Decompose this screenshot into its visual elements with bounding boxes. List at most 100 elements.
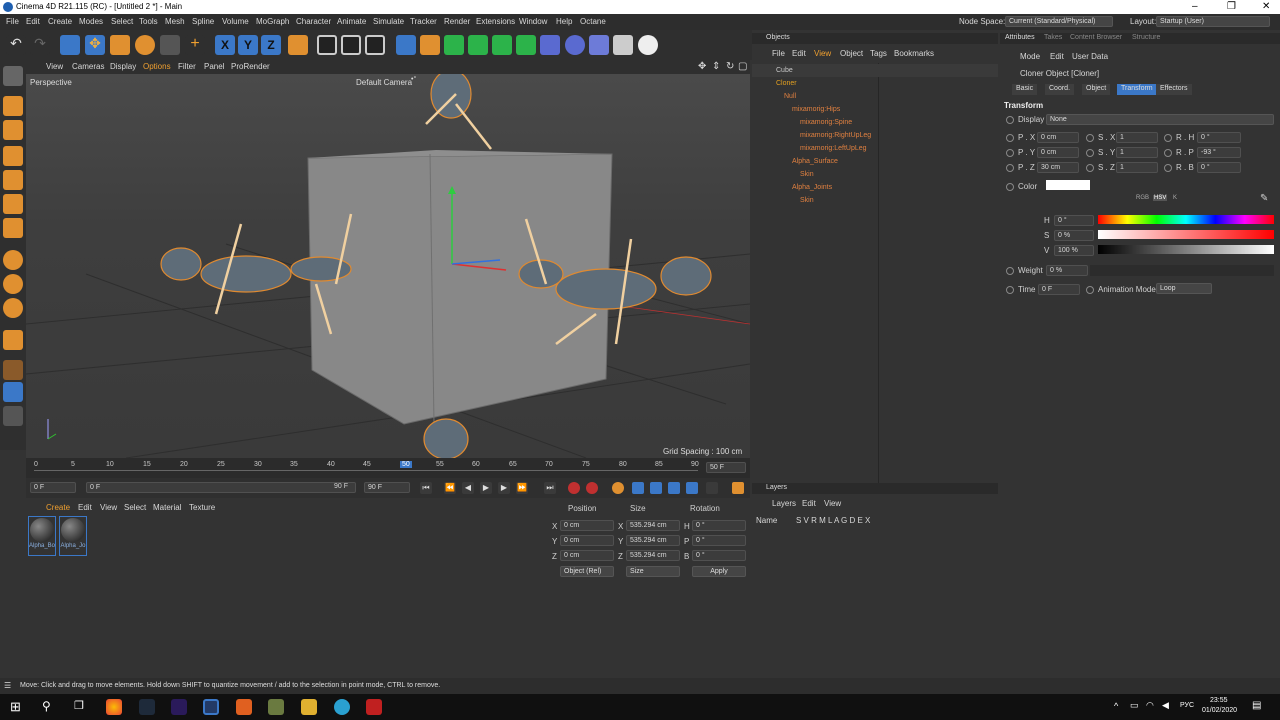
rot-p-field[interactable]: 0 ° <box>692 535 746 546</box>
coord-mode-select[interactable]: Object (Rel) <box>560 566 614 577</box>
h-field[interactable]: 0 ° <box>1054 215 1094 226</box>
subtab-object[interactable]: Object <box>1082 84 1111 95</box>
deformer-icon[interactable] <box>492 35 512 55</box>
z-axis-icon[interactable]: Z <box>261 35 281 55</box>
subtab-effectors[interactable]: Effectors <box>1156 84 1192 95</box>
keyframe-selection-icon[interactable] <box>612 482 624 494</box>
mat-menu-material[interactable]: Material <box>153 503 181 512</box>
keyboard-language[interactable]: РУС <box>1180 702 1194 709</box>
tray-chevron-icon[interactable]: ^ <box>1114 701 1118 711</box>
vp-menu-options[interactable]: Options <box>143 62 171 71</box>
weight-slider[interactable] <box>1090 265 1274 276</box>
y-axis-icon[interactable]: Y <box>238 35 258 55</box>
position-key-icon[interactable] <box>632 482 644 494</box>
mat-menu-select[interactable]: Select <box>124 503 146 512</box>
go-to-end-icon[interactable]: ⏭ <box>544 482 556 494</box>
rot-h-field[interactable]: 0 ° <box>692 520 746 531</box>
value-slider[interactable] <box>1098 245 1274 254</box>
environment-icon[interactable] <box>565 35 585 55</box>
size-mode-select[interactable]: Size <box>626 566 680 577</box>
pos-x-field[interactable]: 0 cm <box>560 520 614 531</box>
keyframe-radio[interactable] <box>1006 164 1014 172</box>
magnet-icon[interactable] <box>3 330 23 350</box>
object-row[interactable]: Alpha_Joints <box>752 181 998 194</box>
start-frame-field[interactable]: 0 F <box>30 482 76 493</box>
dolly-view-icon[interactable]: ⇕ <box>712 61 720 72</box>
redo-icon[interactable]: ↷ <box>30 35 50 55</box>
hue-slider[interactable] <box>1098 215 1274 224</box>
make-editable-icon[interactable] <box>3 66 23 86</box>
object-row[interactable]: mixamorig:Spine <box>752 116 998 129</box>
render-settings-icon[interactable] <box>365 35 385 55</box>
next-key-icon[interactable]: ⏩ <box>516 482 528 494</box>
3d-viewport[interactable]: Perspective Default Camera •° Grid Spaci… <box>26 74 750 458</box>
maximize-view-icon[interactable]: ▢ <box>738 61 747 72</box>
keyframe-radio[interactable] <box>1086 149 1094 157</box>
obj-menu-tags[interactable]: Tags <box>870 49 887 58</box>
menu-edit[interactable]: Edit <box>26 17 40 26</box>
render-picture-viewer-icon[interactable] <box>341 35 361 55</box>
rot-b-field[interactable]: 0 ° <box>692 550 746 561</box>
keyframe-radio[interactable] <box>1164 149 1172 157</box>
autokey-icon[interactable] <box>586 482 598 494</box>
messenger-icon[interactable] <box>334 699 350 715</box>
sz-field[interactable]: 1 <box>1116 162 1158 173</box>
px-field[interactable]: 0 cm <box>1037 132 1079 143</box>
menu-mesh[interactable]: Mesh <box>165 17 185 26</box>
weight-field[interactable]: 0 % <box>1046 265 1088 276</box>
after-effects-icon[interactable] <box>171 699 187 715</box>
mat-menu-create[interactable]: Create <box>46 503 70 512</box>
recent-tools-icon[interactable] <box>160 35 180 55</box>
record-icon[interactable] <box>568 482 580 494</box>
mat-menu-texture[interactable]: Texture <box>189 503 215 512</box>
scale-icon[interactable] <box>110 35 130 55</box>
volume-icon[interactable]: ◀ <box>1162 700 1169 711</box>
menu-extensions[interactable]: Extensions <box>476 17 515 26</box>
object-row[interactable]: Cloner <box>752 77 998 90</box>
node-space-select[interactable]: Current (Standard/Physical) <box>1005 16 1113 27</box>
rh-field[interactable]: 0 ° <box>1197 132 1241 143</box>
obj-menu-edit[interactable]: Edit <box>792 49 806 58</box>
timeline-ruler[interactable]: 0 5 10 15 20 25 30 35 40 45 50 55 60 65 … <box>26 458 750 478</box>
points-mode-icon[interactable] <box>3 146 23 166</box>
move-icon[interactable]: ✥ <box>85 35 105 55</box>
model-mode-icon[interactable] <box>3 96 23 116</box>
anim-mode-select[interactable]: Loop <box>1156 283 1212 294</box>
camera-label[interactable]: Default Camera <box>356 78 412 87</box>
render-view-icon[interactable] <box>317 35 337 55</box>
keyframe-radio[interactable] <box>1006 149 1014 157</box>
menu-icon[interactable]: ☰ <box>4 681 11 690</box>
snap-icon[interactable] <box>3 250 23 270</box>
obj-menu-file[interactable]: File <box>772 49 785 58</box>
layer-menu-view[interactable]: View <box>824 499 841 508</box>
vp-menu-panel[interactable]: Panel <box>204 62 224 71</box>
rotate-icon[interactable] <box>135 35 155 55</box>
chrome-icon[interactable] <box>106 699 122 715</box>
keyframe-radio[interactable] <box>1006 116 1014 124</box>
keyframe-radio[interactable] <box>1086 134 1094 142</box>
tab-content-browser[interactable]: Content Browser <box>1070 34 1122 41</box>
size-z-field[interactable]: 535.294 cm <box>626 550 680 561</box>
keyframe-radio[interactable] <box>1164 134 1172 142</box>
menu-help[interactable]: Help <box>556 17 572 26</box>
app-icon[interactable] <box>139 699 155 715</box>
attr-menu-mode[interactable]: Mode <box>1020 52 1040 61</box>
range-start-field[interactable]: 0 F <box>86 482 356 493</box>
menu-simulate[interactable]: Simulate <box>373 17 404 26</box>
menu-animate[interactable]: Animate <box>337 17 366 26</box>
app2-icon[interactable] <box>268 699 284 715</box>
object-row[interactable]: mixamorig:Hips <box>752 103 998 116</box>
solo-icon[interactable] <box>3 406 23 426</box>
menu-file[interactable]: File <box>6 17 19 26</box>
clock-time[interactable]: 23:55 <box>1210 697 1228 704</box>
next-frame-icon[interactable]: ▶ <box>498 482 510 494</box>
close-icon[interactable]: ✕ <box>1262 1 1270 12</box>
keyframe-radio[interactable] <box>1006 286 1014 294</box>
mat-menu-view[interactable]: View <box>100 503 117 512</box>
pos-z-field[interactable]: 0 cm <box>560 550 614 561</box>
menu-window[interactable]: Window <box>519 17 547 26</box>
eyedropper-icon[interactable]: ✎ <box>1260 193 1268 204</box>
tab-takes[interactable]: Takes <box>1044 34 1062 41</box>
menu-spline[interactable]: Spline <box>192 17 214 26</box>
enable-snap-icon[interactable] <box>3 274 23 294</box>
